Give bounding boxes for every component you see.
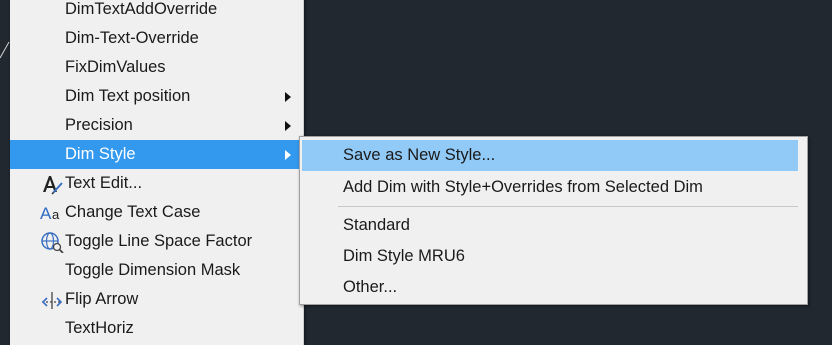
submenu-arrow-icon — [285, 121, 291, 131]
text-edit-icon — [43, 176, 63, 195]
menu-item-label: TextHoriz — [65, 319, 134, 337]
menu-item-label: Change Text Case — [65, 203, 201, 221]
dim-style-submenu: Save as New Style... Add Dim with Style+… — [299, 136, 808, 305]
submenu-arrow-icon — [285, 92, 291, 102]
submenu-item-save-as-new-style[interactable]: Save as New Style... — [302, 140, 798, 171]
svg-text:A: A — [40, 204, 52, 223]
menu-item-fix-dim-values[interactable]: FixDimValues — [10, 53, 303, 82]
submenu-item-label: Save as New Style... — [343, 146, 496, 164]
context-menu: DimTextAddOverride Dim-Text-Override Fix… — [10, 0, 304, 345]
menu-item-label: Toggle Line Space Factor — [65, 232, 253, 250]
menu-item-toggle-dimension-mask[interactable]: Toggle Dimension Mask — [10, 256, 303, 285]
menu-item-dim-style[interactable]: Dim Style — [10, 140, 303, 169]
menu-item-label: FixDimValues — [65, 58, 166, 76]
menu-item-dim-text-add-override[interactable]: DimTextAddOverride — [10, 0, 303, 24]
menu-item-label: Toggle Dimension Mask — [65, 261, 241, 279]
submenu-item-dim-style-mru6[interactable]: Dim Style MRU6 — [302, 241, 798, 272]
menu-item-label: Dim-Text-Override — [65, 29, 199, 47]
submenu-item-label: Dim Style MRU6 — [343, 247, 465, 265]
menu-item-label: Text Edit... — [65, 174, 143, 192]
menu-item-label: DimTextAddOverride — [65, 0, 218, 18]
change-case-icon: A a — [40, 204, 60, 223]
flip-arrow-icon — [41, 292, 63, 309]
submenu-item-label: Standard — [343, 216, 410, 234]
menu-item-label: Dim Style — [65, 145, 136, 163]
submenu-separator — [338, 206, 798, 207]
menu-item-flip-arrow[interactable]: Flip Arrow — [10, 285, 303, 314]
menu-item-label: Flip Arrow — [65, 290, 139, 308]
submenu-arrow-icon — [285, 150, 291, 160]
submenu-item-standard[interactable]: Standard — [302, 210, 798, 241]
menu-item-dim-text-override[interactable]: Dim-Text-Override — [10, 24, 303, 53]
submenu-item-label: Add Dim with Style+Overrides from Select… — [343, 178, 703, 196]
menu-item-toggle-line-space-factor[interactable]: Toggle Line Space Factor — [10, 227, 303, 256]
menu-item-label: Precision — [65, 116, 133, 134]
menu-item-text-horiz[interactable]: TextHoriz — [10, 314, 303, 343]
line-space-icon — [41, 232, 64, 253]
svg-text:a: a — [52, 207, 60, 222]
menu-item-precision[interactable]: Precision — [10, 111, 303, 140]
submenu-item-add-dim-with-style-overrides[interactable]: Add Dim with Style+Overrides from Select… — [302, 172, 798, 203]
submenu-item-other[interactable]: Other... — [302, 272, 798, 303]
menu-item-change-text-case[interactable]: A a Change Text Case — [10, 198, 303, 227]
menu-item-text-edit[interactable]: Text Edit... — [10, 169, 303, 198]
menu-item-dim-text-position[interactable]: Dim Text position — [10, 82, 303, 111]
menu-item-label: Dim Text position — [65, 87, 191, 105]
submenu-item-label: Other... — [343, 278, 398, 296]
